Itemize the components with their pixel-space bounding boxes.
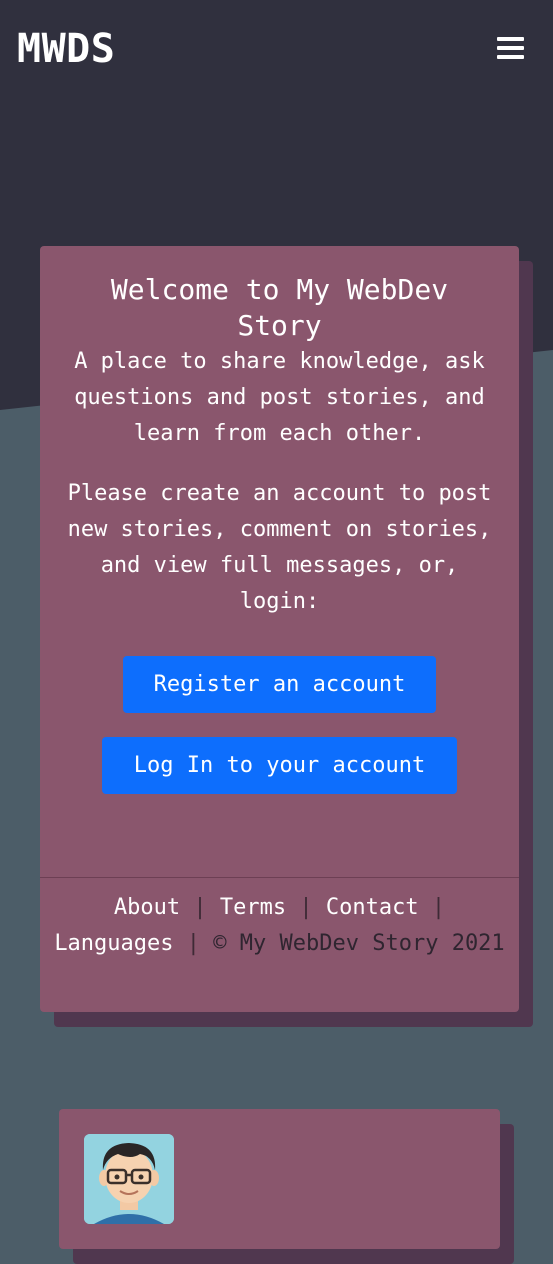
footer-link-terms[interactable]: Terms: [220, 895, 286, 920]
hamburger-menu-icon[interactable]: [497, 37, 524, 61]
footer-link-contact[interactable]: Contact: [326, 895, 419, 920]
footer-link-about[interactable]: About: [114, 895, 180, 920]
footer-link-languages[interactable]: Languages: [54, 931, 173, 956]
navbar: MWDS: [0, 0, 553, 100]
copyright-text: © My WebDev Story 2021: [213, 931, 505, 956]
card-footer: About | Terms | Contact | Languages | © …: [40, 890, 519, 962]
welcome-intro: A place to share knowledge, ask question…: [74, 349, 485, 446]
brand-logo[interactable]: MWDS: [17, 26, 115, 72]
hamburger-line: [497, 55, 524, 59]
footer-separator: |: [193, 895, 207, 920]
welcome-prompt: Please create an account to post new sto…: [67, 481, 492, 614]
footer-separator: |: [431, 895, 446, 920]
hamburger-line: [497, 37, 524, 41]
welcome-card: Welcome to My WebDev Story A place to sh…: [40, 246, 519, 1012]
user-avatar-icon[interactable]: [84, 1134, 174, 1224]
register-button[interactable]: Register an account: [123, 656, 436, 713]
hamburger-line: [497, 46, 524, 50]
story-card: [59, 1109, 500, 1249]
footer-separator: |: [186, 931, 201, 956]
footer-separator: |: [299, 895, 313, 920]
avatar-illustration: [84, 1134, 174, 1224]
welcome-title: Welcome to My WebDev Story: [110, 273, 449, 342]
card-divider: [40, 877, 519, 878]
login-button[interactable]: Log In to your account: [102, 737, 457, 794]
